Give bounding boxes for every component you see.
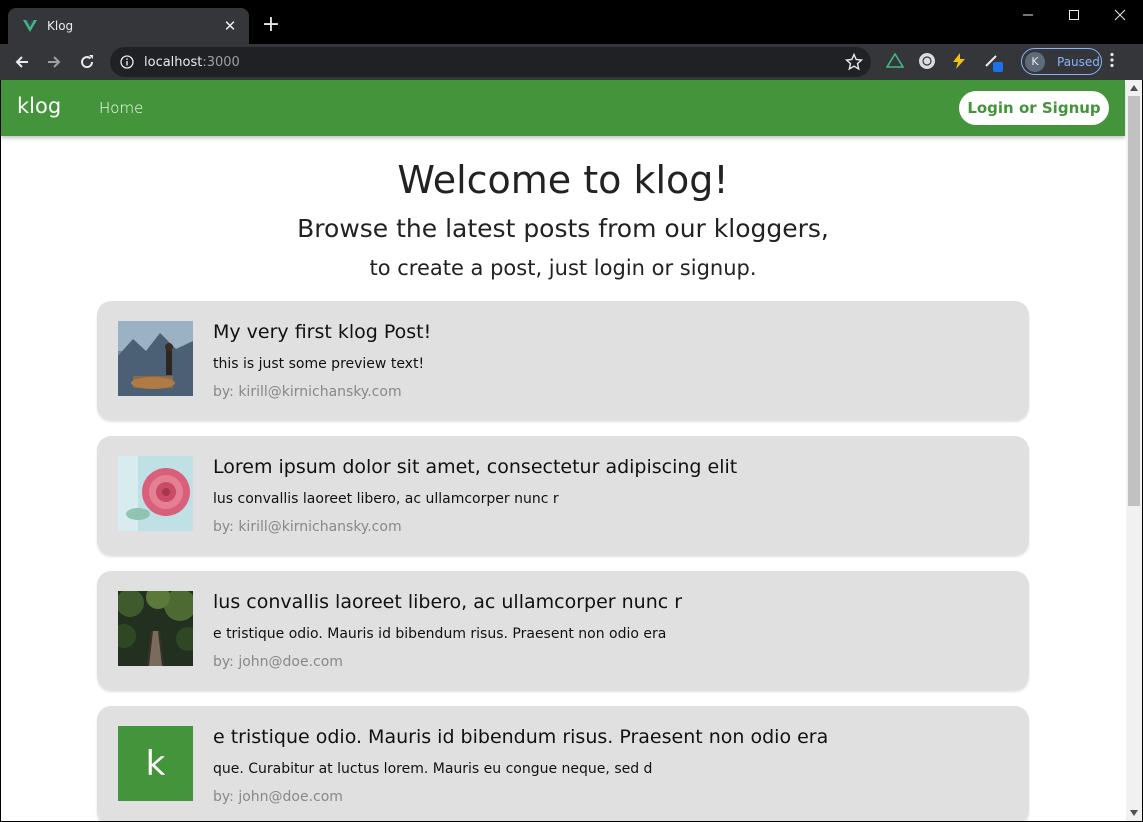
reload-icon[interactable] <box>71 46 103 78</box>
post-author: by: john@doe.com <box>213 789 343 805</box>
globe-extension-icon[interactable] <box>916 50 938 72</box>
minimize-icon[interactable] <box>1005 0 1051 30</box>
eyedropper-extension-icon[interactable] <box>982 50 1004 72</box>
scrollbar-thumb[interactable] <box>1128 96 1140 506</box>
post-preview: lus convallis laoreet libero, ac ullamco… <box>213 491 559 507</box>
post-thumbnail <box>118 591 193 666</box>
page-subtitle-secondary: to create a post, just login or signup. <box>369 256 757 280</box>
scroll-down-arrow-icon[interactable] <box>1126 805 1142 821</box>
forest-bridge-photo-icon <box>118 591 193 666</box>
address-bar[interactable]: localhost:3000 <box>110 47 871 77</box>
login-signup-button[interactable]: Login or Signup <box>959 91 1109 125</box>
page-scrollbar[interactable] <box>1126 80 1142 821</box>
close-tab-icon[interactable]: ✕ <box>221 17 239 35</box>
url-port: :3000 <box>202 54 240 70</box>
post-card[interactable]: My very first klog Post! this is just so… <box>97 301 1029 419</box>
brand-logo[interactable]: klog <box>17 94 61 118</box>
landscape-photo-icon <box>118 321 193 396</box>
tab-title: Klog <box>47 19 74 33</box>
post-card[interactable]: lus convallis laoreet libero, ac ullamco… <box>97 571 1029 689</box>
page-title: Welcome to klog! <box>397 158 729 202</box>
post-title[interactable]: lus convallis laoreet libero, ac ullamco… <box>213 591 682 613</box>
lightning-extension-icon[interactable] <box>948 50 970 72</box>
post-author: by: kirill@kirnichansky.com <box>213 384 402 400</box>
page-subtitle: Browse the latest posts from our klogger… <box>297 214 829 243</box>
post-preview: que. Curabitur at luctus lorem. Mauris e… <box>213 761 653 777</box>
vue-logo-icon <box>23 20 37 32</box>
forward-arrow-icon[interactable] <box>38 46 70 78</box>
page-viewport: klog Home Login or Signup Welcome to klo… <box>1 80 1142 821</box>
browser-toolbar: localhost:3000 K Paused <box>0 44 1143 80</box>
post-title[interactable]: Lorem ipsum dolor sit amet, consectetur … <box>213 456 737 478</box>
post-author: by: kirill@kirnichansky.com <box>213 519 402 535</box>
nav-link-home[interactable]: Home <box>99 99 143 117</box>
window-controls <box>1005 0 1143 30</box>
new-tab-icon[interactable]: + <box>258 12 284 38</box>
rose-photo-icon <box>118 456 193 531</box>
maximize-icon[interactable] <box>1051 0 1097 30</box>
post-preview: e tristique odio. Mauris id bibendum ris… <box>213 626 667 642</box>
post-thumbnail <box>118 456 193 531</box>
post-card[interactable]: k e tristique odio. Mauris id bibendum r… <box>97 706 1029 821</box>
post-title[interactable]: My very first klog Post! <box>213 321 431 343</box>
profile-button[interactable]: K Paused <box>1021 48 1102 75</box>
url-host: localhost <box>144 54 203 70</box>
scroll-up-arrow-icon[interactable] <box>1126 80 1142 96</box>
close-window-icon[interactable] <box>1097 0 1143 30</box>
vue-devtools-extension-icon[interactable] <box>884 50 906 72</box>
post-title[interactable]: e tristique odio. Mauris id bibendum ris… <box>213 726 828 748</box>
browser-tab[interactable]: Klog ✕ <box>8 8 249 44</box>
profile-status: Paused <box>1057 54 1100 69</box>
info-icon[interactable] <box>120 55 134 69</box>
profile-avatar: K <box>1025 51 1045 72</box>
browser-tabstrip: Klog ✕ + <box>0 0 1143 44</box>
post-preview: this is just some preview text! <box>213 356 425 372</box>
post-thumbnail <box>118 321 193 396</box>
post-thumbnail-letter: k <box>118 726 193 801</box>
app-navbar: klog Home Login or Signup <box>1 80 1125 136</box>
post-card[interactable]: Lorem ipsum dolor sit amet, consectetur … <box>97 436 1029 554</box>
back-arrow-icon[interactable] <box>6 46 38 78</box>
browser-menu-icon[interactable] <box>1110 52 1114 68</box>
bookmark-star-icon[interactable] <box>845 53 863 71</box>
post-author: by: john@doe.com <box>213 654 343 670</box>
